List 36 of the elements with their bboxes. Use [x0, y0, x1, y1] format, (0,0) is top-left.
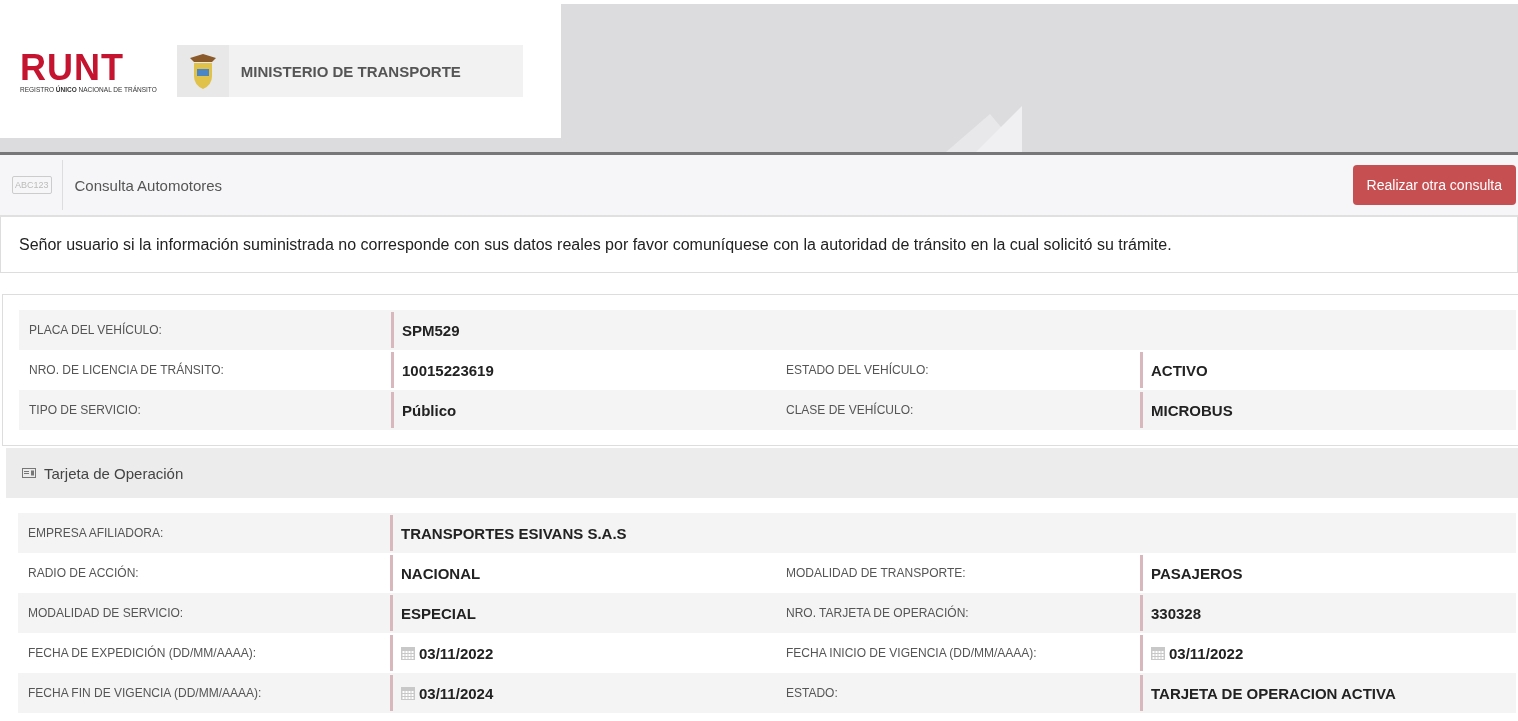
field-value: 10015223619: [402, 361, 494, 379]
field-label: TIPO DE SERVICIO:: [28, 403, 142, 417]
field-value: TARJETA DE OPERACION ACTIVA: [1151, 684, 1396, 702]
field-label: PLACA DEL VEHÍCULO:: [28, 323, 163, 337]
field-label: MODALIDAD DE TRANSPORTE:: [785, 566, 967, 580]
new-query-button[interactable]: Realizar otra consulta: [1352, 165, 1516, 205]
field-label: ESTADO DEL VEHÍCULO:: [785, 363, 930, 377]
field-value: MICROBUS: [1151, 401, 1233, 419]
field-label: ESTADO:: [785, 686, 839, 700]
field-label: NRO. TARJETA DE OPERACIÓN:: [785, 606, 970, 620]
field-label: FECHA DE EXPEDICIÓN (DD/MM/AAAA):: [27, 646, 258, 660]
field-label: RADIO DE ACCIÓN:: [27, 566, 140, 580]
notice-text: Señor usuario si la información suministrada no corresponde con sus datos reales por favor comuníquese con la autoridad de tránsito en la cual solicitó su trámite.: [0, 217, 1518, 273]
field-value: TRANSPORTES ESIVANS S.A.S: [401, 524, 627, 542]
field-value: 03/11/2022: [1169, 644, 1244, 662]
id-card-icon: [22, 468, 36, 478]
field-value: Público: [402, 401, 457, 419]
page-title: Consulta Automotores: [74, 176, 224, 194]
field-value: ESPECIAL: [401, 604, 476, 622]
plate-badge: ABC123: [12, 176, 52, 194]
field-value: 330328: [1151, 604, 1202, 622]
field-label: EMPRESA AFILIADORA:: [27, 526, 165, 540]
field-value: ACTIVO: [1151, 361, 1208, 379]
field-label: MODALIDAD DE SERVICIO:: [27, 606, 185, 620]
field-value: 03/11/2024: [419, 684, 494, 702]
field-label: FECHA FIN DE VIGENCIA (DD/MM/AAAA):: [27, 686, 263, 700]
runt-logo: RUNT: [20, 49, 124, 86]
field-value: 03/11/2022: [419, 644, 494, 662]
field-value: PASAJEROS: [1151, 564, 1243, 582]
field-value: SPM529: [402, 321, 460, 339]
field-label: CLASE DE VEHÍCULO:: [785, 403, 915, 417]
ministry-name: MINISTERIO DE TRANSPORTE: [240, 62, 461, 80]
field-value: NACIONAL: [401, 564, 481, 582]
section-title: Tarjeta de Operación: [44, 464, 184, 482]
field-label: FECHA INICIO DE VIGENCIA (DD/MM/AAAA):: [785, 646, 1038, 660]
field-label: NRO. DE LICENCIA DE TRÁNSITO:: [28, 363, 225, 377]
